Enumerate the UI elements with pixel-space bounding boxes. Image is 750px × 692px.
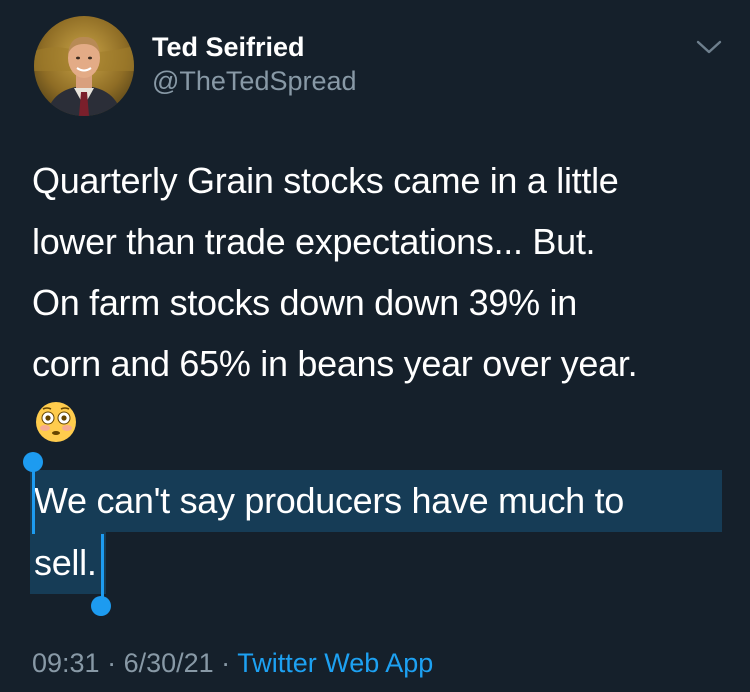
selected-text-line: We can't say producers have much to	[30, 470, 722, 532]
selection-end-caret	[101, 534, 104, 598]
tweet-text-line: Quarterly Grain stocks came in a little	[32, 160, 619, 201]
tweet-menu-button[interactable]	[694, 34, 724, 58]
selected-text-line: sell.	[30, 532, 106, 594]
tweet-footer: 09:31 · 6/30/21 · Twitter Web App	[32, 645, 433, 681]
tweet-text-line: On farm stocks down down 39% in	[32, 282, 577, 323]
footer-separator: ·	[99, 648, 124, 678]
tweet-header: Ted Seifried @TheTedSpread	[0, 0, 750, 130]
avatar-image	[34, 16, 134, 116]
tweet-date: 6/30/21	[123, 648, 214, 678]
tweet-text-line: corn and 65% in beans year over year.	[32, 343, 638, 384]
selection-start-caret	[32, 466, 35, 534]
avatar[interactable]	[34, 16, 134, 116]
author-info: Ted Seifried @TheTedSpread	[152, 30, 357, 98]
tweet-time: 09:31	[32, 648, 100, 678]
flushed-face-emoji-icon	[36, 402, 76, 442]
author-handle[interactable]: @TheTedSpread	[152, 64, 357, 98]
footer-separator: ·	[213, 648, 238, 678]
tweet-source-link[interactable]: Twitter Web App	[237, 648, 433, 678]
tweet-text-line: lower than trade expectations... But.	[32, 221, 596, 262]
tweet-text: Quarterly Grain stocks came in a little …	[32, 150, 722, 444]
author-display-name[interactable]: Ted Seifried	[152, 30, 357, 64]
chevron-down-icon	[696, 40, 722, 54]
selection-end-handle[interactable]	[91, 596, 111, 616]
